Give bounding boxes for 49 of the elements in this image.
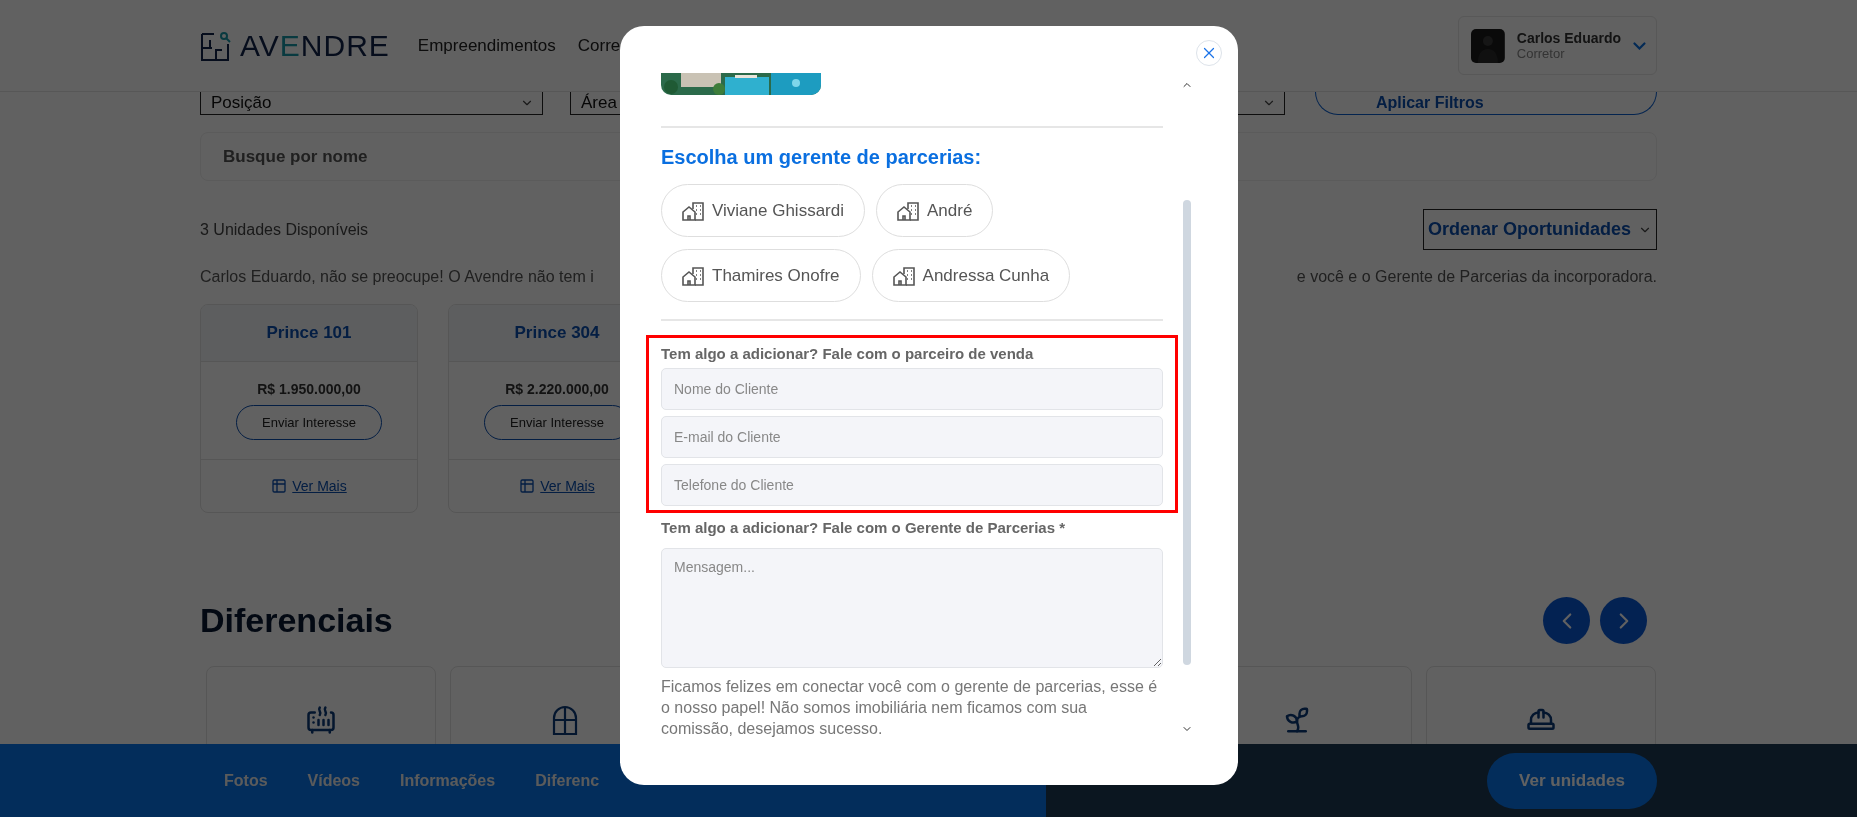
note-text: Ficamos felizes em conectar você com o gerente de parcerias, esse é o nosso papel! Não somos imobiliária nem ficamos com sua comissão, desejamos sucesso. (661, 677, 1159, 739)
see-more-link[interactable]: Ver Mais (540, 478, 595, 494)
unit-title: Prince 101 (266, 323, 352, 343)
apply-filters-button[interactable]: Aplicar Filtros (1315, 92, 1657, 115)
unit-price: R$ 2.220.000,00 (505, 381, 609, 397)
units-count: 3 Unidades Disponíveis (200, 220, 369, 239)
nav-link[interactable]: Empreendimentos (417, 35, 556, 56)
building-icon (897, 200, 921, 221)
chevron-down-icon (1633, 41, 1646, 50)
scrollbar-thumb[interactable] (1183, 200, 1191, 665)
section-tab[interactable]: Vídeos (307, 771, 360, 790)
see-more-link[interactable]: Ver Mais (292, 478, 347, 494)
heater-icon (306, 705, 336, 735)
notice-text: e você e o Gerente de Parcerias da incorporadora. (1296, 268, 1657, 286)
logo-text: AVENDRE (240, 28, 390, 63)
input-field[interactable]: Telefone do Cliente (661, 464, 1163, 506)
table-icon (271, 478, 288, 494)
manager-chip[interactable]: Andressa Cunha (871, 249, 1071, 302)
next-button[interactable] (1600, 597, 1647, 644)
modal-heading: Escolha um gerente de parcerias: (661, 146, 983, 169)
field-label: Tem algo a adicionar? Fale com o Gerente de Parcerias * (661, 519, 1067, 536)
interest-button[interactable]: Enviar Interesse (236, 405, 382, 440)
nav-link[interactable]: Corre (577, 35, 621, 56)
user-name: Carlos Eduardo (1516, 30, 1622, 46)
section-tab[interactable]: Informações (400, 771, 496, 790)
window-icon (552, 705, 578, 735)
field-label: Tem algo a adicionar? Fale com o parceiro de venda (661, 345, 1035, 362)
unit-title: Prince 304 (514, 323, 600, 343)
section-title: Diferenciais (200, 601, 393, 640)
view-units-button[interactable]: Ver unidades (1487, 752, 1657, 809)
manager-chip[interactable]: Thamires Onofre (661, 249, 861, 302)
table-icon (519, 478, 536, 494)
avatar (1471, 28, 1505, 63)
manager-chip[interactable]: André (876, 184, 994, 237)
input-field[interactable]: Nome do Cliente (661, 368, 1163, 410)
previous-button[interactable] (1543, 597, 1590, 644)
section-tab[interactable]: Diferenc (535, 771, 600, 790)
building-icon (682, 200, 706, 221)
filter-select[interactable]: Posição (200, 92, 543, 115)
building-icon (682, 265, 706, 286)
message-field[interactable]: Mensagem... (661, 548, 1163, 668)
sort-dropdown[interactable]: Ordenar Oportunidades (1423, 209, 1657, 250)
input-field[interactable]: E-mail do Cliente (661, 416, 1163, 458)
close-button[interactable] (1196, 40, 1222, 66)
manager-chip[interactable]: Viviane Ghissardi (661, 184, 865, 237)
unit-price: R$ 1.950.000,00 (257, 381, 361, 397)
building-icon (892, 265, 917, 286)
logo-icon (200, 29, 232, 62)
section-tab[interactable]: Fotos (224, 771, 268, 790)
